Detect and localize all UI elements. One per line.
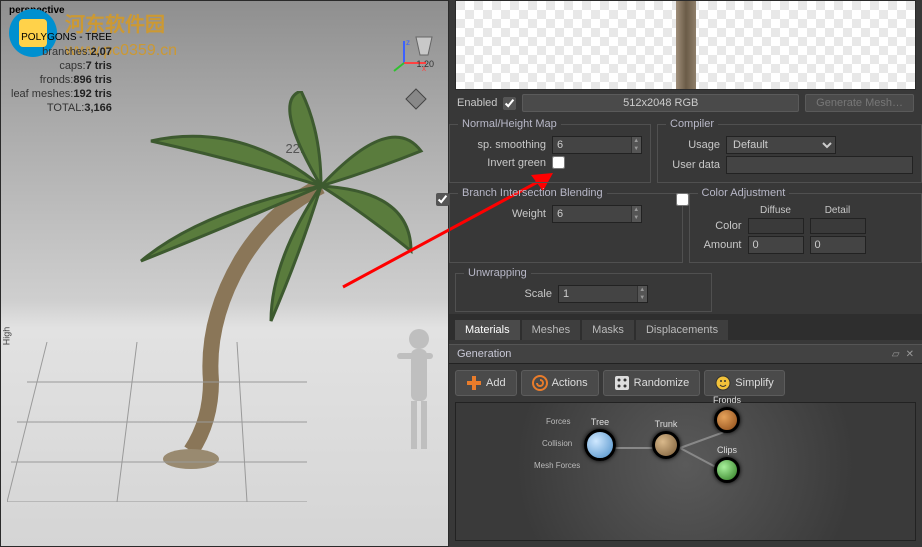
generate-mesh-button[interactable]: Generate Mesh…	[805, 94, 914, 112]
add-button[interactable]: Add	[455, 370, 517, 396]
detail-color-swatch[interactable]	[810, 218, 866, 234]
enabled-checkbox[interactable]	[503, 97, 516, 110]
generation-graph[interactable]: Forces Collision Mesh Forces Tree Trunk …	[455, 402, 916, 541]
enabled-label: Enabled	[457, 97, 497, 109]
tab-meshes[interactable]: Meshes	[522, 320, 581, 340]
generation-header: Generation ▱ ✕	[449, 344, 922, 364]
spinner-up-icon[interactable]: ▲	[637, 286, 647, 294]
graph-node-fronds[interactable]: Fronds	[714, 407, 740, 433]
tab-displacements[interactable]: Displacements	[636, 320, 728, 340]
actions-button[interactable]: Actions	[521, 370, 599, 396]
weight-input[interactable]	[553, 208, 631, 220]
viewport-3d[interactable]: perspective 河东软件园 www.pc0359.cn POLYGONS…	[0, 0, 449, 547]
tab-masks[interactable]: Masks	[582, 320, 634, 340]
compiler-group: Compiler Usage Default User data	[657, 118, 922, 183]
close-icon[interactable]: ✕	[906, 349, 914, 360]
userdata-input[interactable]	[726, 156, 913, 174]
resolution-button[interactable]: 512x2048 RGB	[522, 94, 799, 112]
normal-height-group: Normal/Height Map sp. smoothing ▲▼ Inver…	[449, 118, 651, 183]
scale-input[interactable]	[559, 288, 637, 300]
graph-meshforces-label: Mesh Forces	[534, 461, 580, 470]
spinner-up-icon[interactable]: ▲	[631, 206, 641, 214]
bark-texture-strip	[676, 1, 696, 89]
color-label: Color	[698, 220, 742, 232]
smoothing-spinner[interactable]: ▲▼	[552, 136, 642, 154]
userdata-label: User data	[666, 159, 720, 171]
light-intensity-label: 1.20	[416, 59, 434, 69]
smoothing-input[interactable]	[553, 139, 631, 151]
spinner-down-icon[interactable]: ▼	[631, 145, 641, 153]
actions-icon	[532, 375, 548, 391]
plus-icon	[466, 375, 482, 391]
branch-blend-legend: Branch Intersection Blending	[458, 187, 607, 199]
color-adjustment-group: Color Adjustment Diffuse Detail Color Am…	[689, 187, 922, 263]
viewport-quality-label: High	[1, 327, 11, 346]
svg-text:z: z	[406, 38, 410, 47]
generation-toolbar: Add Actions Randomize Simplify	[449, 364, 922, 402]
invert-green-checkbox[interactable]	[552, 156, 565, 169]
spinner-down-icon[interactable]: ▼	[637, 294, 647, 302]
graph-node-clips[interactable]: Clips	[714, 457, 740, 483]
texture-bar: Enabled 512x2048 RGB Generate Mesh…	[449, 90, 922, 116]
spinner-down-icon[interactable]: ▼	[631, 214, 641, 222]
spinner-up-icon[interactable]: ▲	[631, 137, 641, 145]
diffuse-header: Diffuse	[748, 205, 804, 216]
randomize-button[interactable]: Randomize	[603, 370, 701, 396]
tab-materials[interactable]: Materials	[455, 320, 520, 340]
light-icon[interactable]	[412, 35, 438, 59]
branch-blend-group: Branch Intersection Blending Weight ▲▼	[449, 187, 683, 263]
graph-collision-label: Collision	[542, 439, 572, 448]
detail-header: Detail	[810, 205, 866, 216]
simplify-button[interactable]: Simplify	[704, 370, 785, 396]
color-adj-legend: Color Adjustment	[698, 187, 790, 199]
unwrapping-group: Unwrapping Scale ▲▼	[455, 267, 712, 312]
scale-label: Scale	[464, 288, 552, 300]
detail-amount-spinner[interactable]	[810, 236, 866, 254]
dice-icon	[614, 375, 630, 391]
smoothing-label: sp. smoothing	[458, 139, 546, 151]
weight-spinner[interactable]: ▲▼	[552, 205, 642, 223]
normal-height-legend: Normal/Height Map	[458, 118, 561, 130]
undock-icon[interactable]: ▱	[892, 349, 900, 360]
diffuse-color-swatch[interactable]	[748, 218, 804, 234]
branch-blend-enable-checkbox[interactable]	[436, 193, 449, 206]
properties-panel: Enabled 512x2048 RGB Generate Mesh… Norm…	[449, 0, 922, 547]
invert-green-label: Invert green	[458, 157, 546, 169]
generation-title: Generation	[457, 348, 511, 360]
compiler-legend: Compiler	[666, 118, 718, 130]
ground-grid	[7, 342, 307, 502]
usage-label: Usage	[666, 139, 720, 151]
diffuse-amount-spinner[interactable]	[748, 236, 804, 254]
usage-select[interactable]: Default	[726, 136, 836, 154]
weight-label: Weight	[458, 208, 546, 220]
graph-forces-label: Forces	[546, 417, 570, 426]
graph-node-tree[interactable]: Tree	[584, 429, 616, 461]
amount-label: Amount	[698, 239, 742, 251]
graph-node-trunk[interactable]: Trunk	[652, 431, 680, 459]
simplify-icon	[715, 375, 731, 391]
scale-spinner[interactable]: ▲▼	[558, 285, 648, 303]
texture-preview[interactable]	[455, 0, 916, 90]
unwrapping-legend: Unwrapping	[464, 267, 531, 279]
color-adj-enable-checkbox[interactable]	[676, 193, 689, 206]
lower-tabs: Materials Meshes Masks Displacements	[449, 314, 922, 340]
